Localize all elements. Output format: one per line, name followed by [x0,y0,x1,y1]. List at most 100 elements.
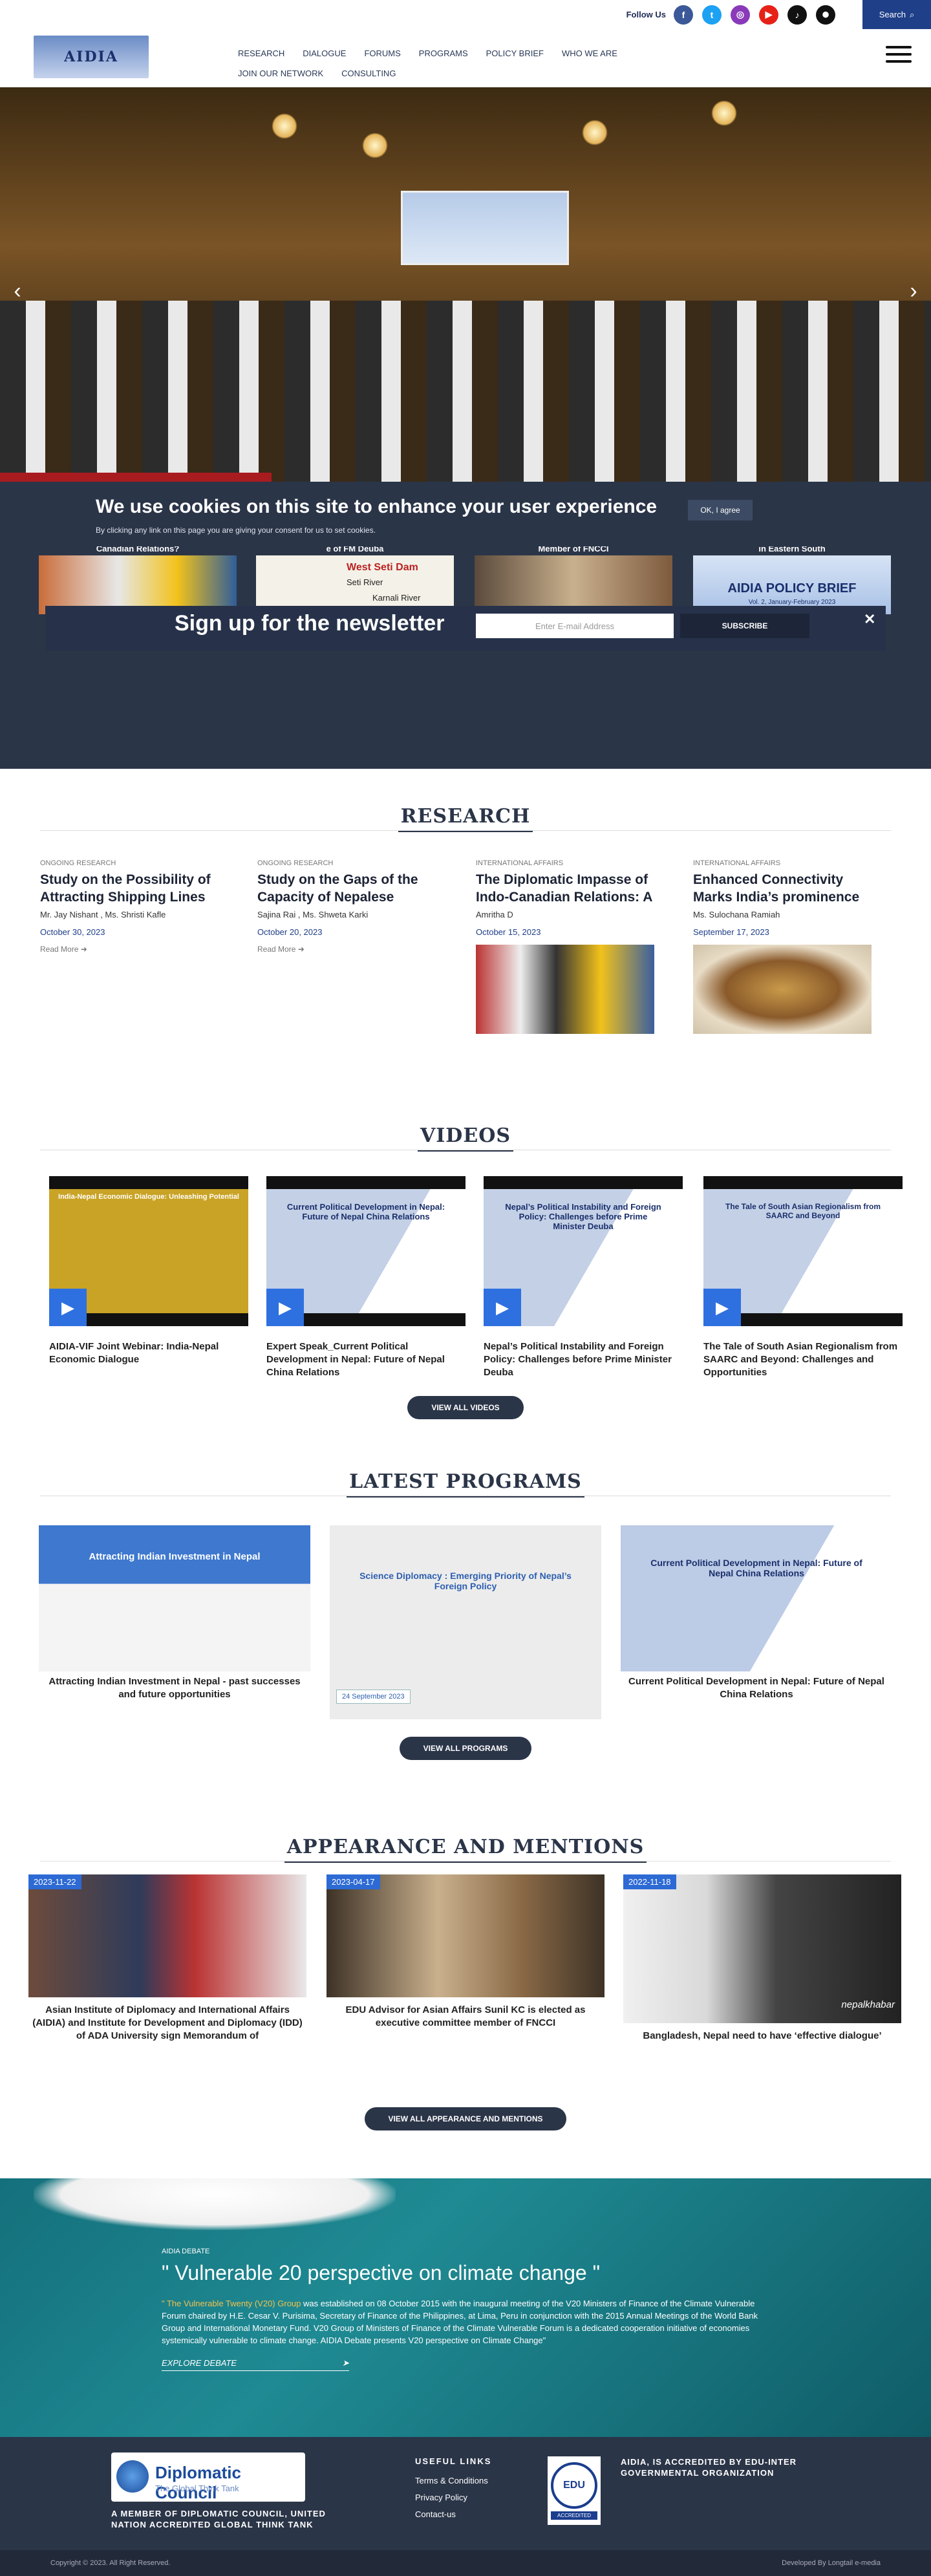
video-title[interactable]: Nepal’s Political Instability and Foreig… [484,1340,683,1379]
video-title[interactable]: Expert Speak_Current Political Developme… [266,1340,466,1379]
footer-link-privacy[interactable]: Privacy Policy [415,2493,467,2502]
nav-item-programs[interactable]: PROGRAMS [419,48,468,58]
nav-item-who-we-are[interactable]: WHO WE ARE [562,48,617,58]
research-title[interactable]: Enhanced Connectivity Marks India’s prom… [693,871,872,906]
research-authors: Amritha D [476,910,513,919]
appearance-card[interactable]: 2023-11-22 Asian Institute of Diplomacy … [28,1874,306,2043]
video-card[interactable]: India-Nepal Economic Dialogue: Unleashin… [49,1176,248,1366]
policy-card-caption: Member of FNCCI [475,546,672,555]
play-icon[interactable]: ▶ [266,1289,304,1326]
nav-item-forums[interactable]: FORUMS [364,48,400,58]
program-card[interactable]: Attracting Indian Investment in Nepal At… [39,1525,310,1701]
research-date: September 17, 2023 [693,927,769,937]
video-card[interactable]: Current Political Development in Nepal: … [266,1176,466,1379]
accredited-text: AIDIA, IS ACCREDITED BY EDU-INTER GOVERN… [621,2457,797,2478]
email-input[interactable]: Enter E-mail Address [476,614,674,638]
video-card[interactable]: The Tale of South Asian Regionalism from… [703,1176,903,1379]
program-image[interactable]: Science Diplomacy : Emerging Priority of… [330,1525,601,1719]
hero-progress-bar [0,473,272,482]
read-more-link[interactable]: Read More ➜ [257,945,436,954]
cookie-agree-button[interactable]: OK, I agree [688,500,753,521]
hamburger-menu-icon[interactable] [886,46,912,63]
policy-brief-band: Canadian Relations? e of FM Deuba West S… [0,546,931,769]
facebook-icon[interactable]: f [674,5,693,25]
research-title[interactable]: The Diplomatic Impasse of Indo-Canadian … [476,871,654,906]
youtube-icon[interactable]: ▶ [759,5,778,25]
video-thumb-text: India-Nepal Economic Dialogue: Unleashin… [58,1193,239,1201]
tiktok-icon[interactable]: ♪ [787,5,807,25]
research-card[interactable]: INTERNATIONAL AFFAIRS The Diplomatic Imp… [476,859,654,1034]
research-image[interactable] [476,945,654,1034]
nav-item-consulting[interactable]: CONSULTING [341,69,396,78]
play-icon[interactable]: ▶ [703,1289,741,1326]
video-thumbnail[interactable]: India-Nepal Economic Dialogue: Unleashin… [49,1176,248,1326]
policy-card[interactable]: Canadian Relations? [39,546,237,614]
appearance-card[interactable]: 2022-11-18 nepalkhabar Bangladesh, Nepal… [623,1874,901,2043]
research-image[interactable] [693,945,872,1034]
chandelier-light [362,133,388,158]
arrow-right-icon: ➤ [342,2358,349,2368]
video-title[interactable]: The Tale of South Asian Regionalism from… [703,1340,903,1379]
main-nav: AIDIA RESEARCH DIALOGUE FORUMS PROGRAMS … [0,29,931,87]
slider-next-icon[interactable]: › [904,280,923,302]
footer-link-terms[interactable]: Terms & Conditions [415,2476,488,2485]
program-card[interactable]: Science Diplomacy : Emerging Priority of… [330,1525,601,1723]
research-card[interactable]: ONGOING RESEARCH Study on the Possibilit… [40,859,219,954]
video-title[interactable]: AIDIA-VIF Joint Webinar: India-Nepal Eco… [49,1340,248,1366]
research-card[interactable]: INTERNATIONAL AFFAIRS Enhanced Connectiv… [693,859,872,1034]
read-more-link[interactable]: Read More ➜ [40,945,219,954]
policy-card[interactable]: Member of FNCCI [475,546,672,614]
location-icon[interactable]: ⬤ [816,5,835,25]
member-text: A MEMBER OF DIPLOMATIC COUNCIL, UNITED N… [111,2509,326,2529]
nav-item-dialogue[interactable]: DIALOGUE [303,48,346,58]
appearance-image[interactable]: 2023-04-17 [326,1874,605,1997]
video-thumbnail[interactable]: Nepal’s Political Instability and Foreig… [484,1176,683,1326]
program-card[interactable]: Current Political Development in Nepal: … [621,1525,892,1701]
video-card[interactable]: Nepal’s Political Instability and Foreig… [484,1176,683,1379]
search-icon: ⌕ [909,9,915,19]
play-icon[interactable]: ▶ [49,1289,87,1326]
research-title[interactable]: Study on the Possibility of Attracting S… [40,871,219,906]
video-thumbnail[interactable]: Current Political Development in Nepal: … [266,1176,466,1326]
developer-credit[interactable]: Developed By Longtail e-media [782,2559,881,2567]
program-image[interactable]: Current Political Development in Nepal: … [621,1525,892,1671]
program-image[interactable]: Attracting Indian Investment in Nepal [39,1525,310,1671]
nav-item-join-our-network[interactable]: JOIN OUR NETWORK [238,69,323,78]
policy-card[interactable]: e of FM Deuba West Seti Dam Seti River K… [256,546,454,614]
cookie-banner: We use cookies on this site to enhance y… [0,482,931,546]
close-icon[interactable]: ✕ [864,611,875,628]
dc-subtitle: The Global Think Tank [155,2484,239,2493]
explore-debate-link[interactable]: EXPLORE DEBATE ➤ [162,2358,349,2371]
video-thumbnail[interactable]: The Tale of South Asian Regionalism from… [703,1176,903,1326]
program-title[interactable]: Attracting Indian Investment in Nepal - … [39,1675,310,1701]
appearance-card[interactable]: 2023-04-17 EDU Advisor for Asian Affairs… [326,1874,605,2030]
appearance-title[interactable]: Bangladesh, Nepal need to have ‘effectiv… [623,2030,901,2043]
view-all-programs-button[interactable]: VIEW ALL PROGRAMS [400,1737,531,1760]
policy-brief-subtitle: Vol. 2, January-February 2023 [748,599,836,606]
nav-item-policy-brief[interactable]: POLICY BRIEF [486,48,544,58]
slider-prev-icon[interactable]: ‹ [8,280,27,302]
view-all-appearance-button[interactable]: VIEW ALL APPEARANCE AND MENTIONS [365,2107,566,2131]
subscribe-button[interactable]: SUBSCRIBE [680,614,809,638]
footer-link-contact[interactable]: Contact-us [415,2509,456,2519]
seal-ring: EDU [551,2462,597,2509]
diplomatic-council-logo[interactable]: Diplomatic Council The Global Think Tank [111,2453,305,2502]
hero-slider: ‹ › [0,87,931,482]
research-title[interactable]: Study on the Gaps of the Capacity of Nep… [257,871,436,906]
program-title[interactable]: Current Political Development in Nepal: … [621,1675,892,1701]
appearance-title[interactable]: Asian Institute of Diplomacy and Interna… [28,2004,306,2043]
appearance-image[interactable]: 2023-11-22 [28,1874,306,1997]
twitter-icon[interactable]: t [702,5,722,25]
site-logo[interactable]: AIDIA [34,36,149,78]
play-icon[interactable]: ▶ [484,1289,521,1326]
program-thumb-text: Current Political Development in Nepal: … [650,1558,862,1578]
research-card[interactable]: ONGOING RESEARCH Study on the Gaps of th… [257,859,436,954]
appearance-title[interactable]: EDU Advisor for Asian Affairs Sunil KC i… [326,2004,605,2030]
instagram-icon[interactable]: ◎ [731,5,750,25]
view-all-videos-button[interactable]: VIEW ALL VIDEOS [407,1396,524,1419]
appearance-section: APPEARANCE AND MENTIONS 2023-11-22 Asian… [0,1816,931,2178]
nav-item-research[interactable]: RESEARCH [238,48,284,58]
policy-card[interactable]: in Eastern South AIDIA POLICY BRIEF Vol.… [693,546,891,614]
appearance-image[interactable]: 2022-11-18 nepalkhabar [623,1874,901,2023]
search-button[interactable]: Search ⌕ [862,0,931,29]
